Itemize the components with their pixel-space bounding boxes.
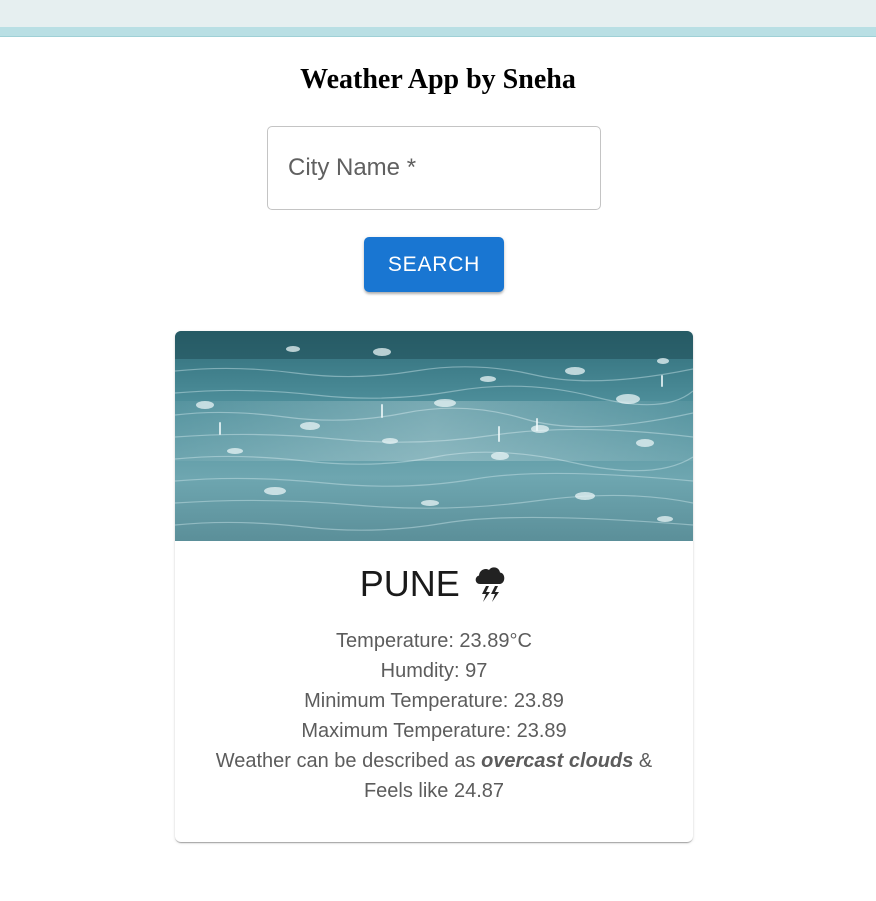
feels-like-text: Feels like 24.87 xyxy=(363,780,505,802)
weather-description: Weather can be described as overcast clo… xyxy=(191,746,677,776)
search-button[interactable]: SEARCH xyxy=(364,237,504,292)
top-bar-border xyxy=(0,27,876,37)
description-suffix: & xyxy=(633,750,653,772)
thunderstorm-cloud-icon xyxy=(475,567,505,602)
max-temperature-text: Maximum Temperature: 23.89 xyxy=(301,720,567,742)
description-value: overcast clouds xyxy=(481,750,634,772)
city-search-field[interactable] xyxy=(267,126,601,210)
temperature-text: Temperature: 23.89°C xyxy=(336,630,532,652)
city-name-input[interactable] xyxy=(268,127,600,209)
rain-puddle-image xyxy=(175,331,693,541)
min-temperature-text: Minimum Temperature: 23.89 xyxy=(304,690,564,712)
city-name: PUNE xyxy=(359,563,460,604)
browser-top-bar xyxy=(0,0,876,27)
city-heading: PUNE xyxy=(175,563,693,613)
humidity-text: Humdity: 97 xyxy=(380,660,488,682)
description-prefix: Weather can be described as xyxy=(215,750,482,772)
weather-card: PUNE Temperature: 23.89°C Humdity: 97 Mi… xyxy=(175,331,693,842)
app-title: Weather App by Sneha xyxy=(300,64,576,95)
weather-details: Temperature: 23.89°C Humdity: 97 Minimum… xyxy=(191,626,677,806)
